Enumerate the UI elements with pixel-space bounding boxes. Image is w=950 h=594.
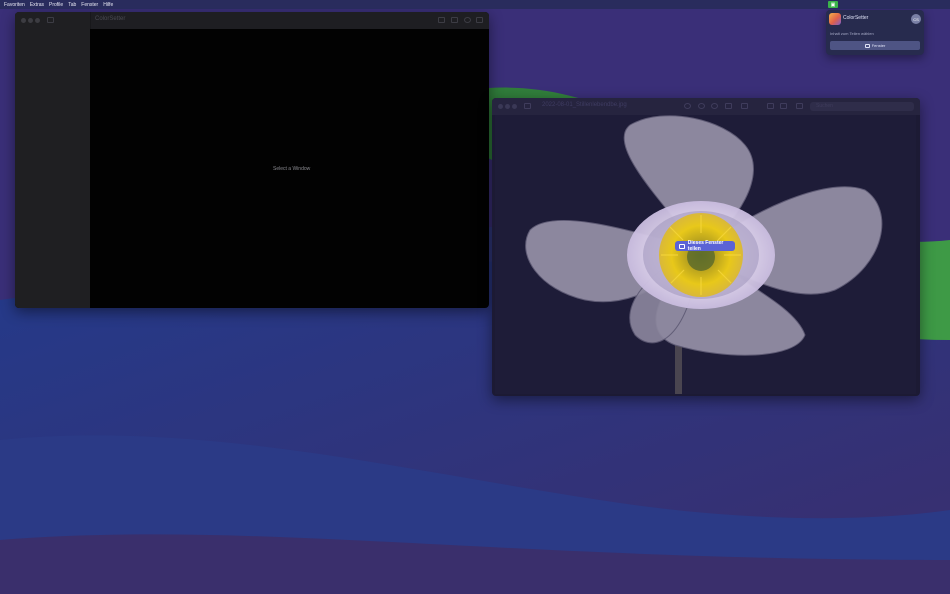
window-title: ColorSetter [95,16,126,22]
menu-bar: Favoriten Extras Profile Tab Fenster Hil… [0,0,950,9]
menu-profile[interactable]: Profile [49,2,63,8]
markup-icon[interactable] [741,103,748,109]
close-button[interactable] [21,18,26,23]
search-placeholder: Suchen [816,103,833,109]
menu-tab[interactable]: Tab [68,2,76,8]
more-icon[interactable] [476,17,483,23]
info-icon[interactable] [684,103,691,109]
colorsetter-window: ColorSetter Select a Window [15,12,489,308]
share-window-label: Dieses Fenster teilen [687,240,724,252]
zoom-out-icon[interactable] [698,103,705,109]
screen-share-icon[interactable]: ▣ [828,1,838,8]
info-icon[interactable] [464,17,471,23]
window-icon[interactable] [451,17,458,23]
share-window-button[interactable]: Dieses Fenster teilen [675,240,735,252]
zoom-in-icon[interactable] [711,103,718,109]
menu-extras[interactable]: Extras [30,2,44,8]
window-icon [864,43,870,48]
menu-hilfe[interactable]: Hilfe [103,2,113,8]
window-button-label: Fenster [871,43,886,48]
window-button[interactable]: Fenster [830,41,920,50]
display-icon[interactable] [438,17,445,23]
close-button[interactable] [498,104,503,109]
select-window-placeholder: Select a Window [273,166,311,172]
preview-window: 2022-08-01_Stillenlebendbe.jpg Suchen Di… [492,98,920,396]
minimize-button[interactable] [505,104,510,109]
app-name: ColorSetter [843,15,869,21]
flower-photo [495,115,916,394]
menu-fenster[interactable]: Fenster [81,2,98,8]
search-field[interactable]: Suchen [810,102,914,111]
sidebar-toggle-icon[interactable] [47,17,54,23]
window-icon [679,243,685,249]
colorsetter-app-icon [829,13,841,25]
sidebar [15,29,90,308]
crop-icon[interactable] [780,103,787,109]
avatar[interactable]: CS [911,14,921,24]
share-hint: Inhalt zum Teilen wählen [830,31,874,36]
zoom-button[interactable] [35,18,40,23]
menu-favoriten[interactable]: Favoriten [4,2,25,8]
zoom-button[interactable] [512,104,517,109]
adjust-icon[interactable] [796,103,803,109]
minimize-button[interactable] [28,18,33,23]
file-name: 2022-08-01_Stillenlebendbe.jpg [542,102,627,108]
rotate-icon[interactable] [767,103,774,109]
sidebar-toggle-icon[interactable] [524,103,531,109]
share-icon[interactable] [725,103,732,109]
share-popover: ColorSetter CS Inhalt zum Teilen wählen … [826,10,924,55]
